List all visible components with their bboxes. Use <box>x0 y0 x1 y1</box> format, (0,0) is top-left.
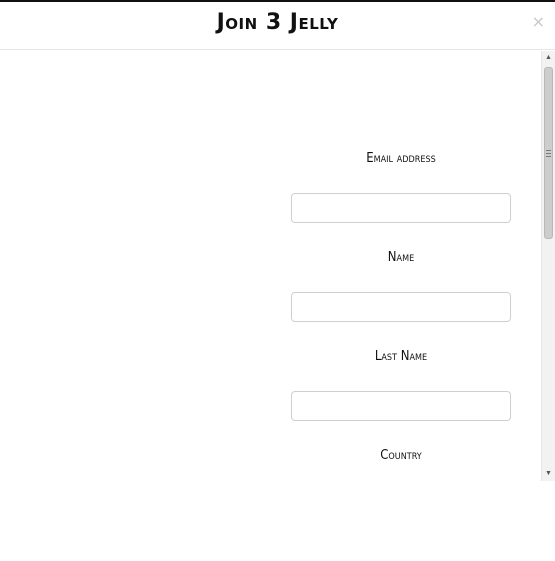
modal-header: Join 3 Jelly × <box>0 2 555 50</box>
scrollbar-thumb[interactable] <box>544 67 553 239</box>
signup-form: Email address Name Last Name Country <box>0 51 555 481</box>
last-name-field[interactable] <box>291 391 511 421</box>
last-name-label: Last Name <box>374 349 428 364</box>
modal-title: Join 3 Jelly <box>216 10 339 35</box>
grip-line <box>546 156 551 157</box>
chevron-down-icon[interactable]: ▼ <box>542 467 555 481</box>
grip-line <box>546 150 551 151</box>
email-field[interactable] <box>291 193 511 223</box>
chevron-up-icon[interactable]: ▲ <box>542 51 555 65</box>
vertical-scrollbar[interactable]: ▲ ▼ <box>541 51 555 481</box>
email-label: Email address <box>366 151 436 166</box>
name-field[interactable] <box>291 292 511 322</box>
grip-line <box>546 153 551 154</box>
name-label: Name <box>387 250 415 265</box>
country-label: Country <box>380 448 422 463</box>
close-icon[interactable]: × <box>532 12 545 31</box>
